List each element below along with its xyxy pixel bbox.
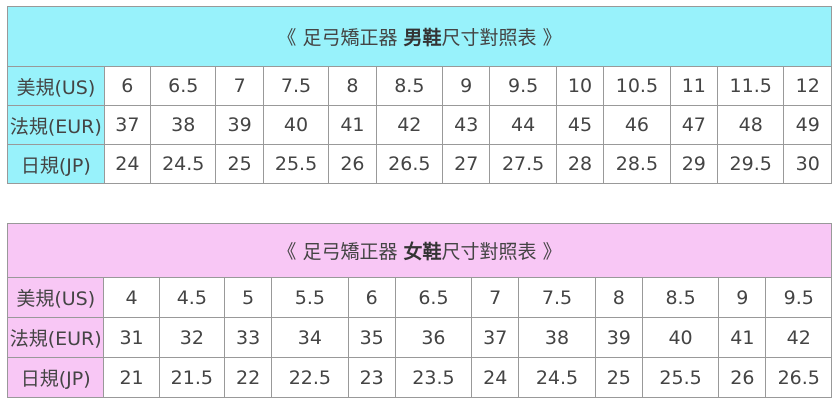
size-cell: 38 xyxy=(518,317,596,358)
size-cell: 42 xyxy=(765,317,832,358)
size-cell: 8 xyxy=(594,277,643,318)
size-cell: 43 xyxy=(442,105,491,145)
size-cell: 11 xyxy=(669,66,718,106)
size-cell: 12 xyxy=(783,66,832,106)
size-cell: 40 xyxy=(641,317,720,358)
size-cell: 28.5 xyxy=(603,144,671,184)
women-row-us: 美規(US) 4 4.5 5 5.5 6 6.5 7 7.5 8 8.5 9 9… xyxy=(6,277,832,318)
women-row-eur: 法規(EUR) 31 32 33 34 35 36 37 38 39 40 41… xyxy=(6,317,832,358)
size-cell: 8.5 xyxy=(641,277,720,318)
title-bold: 女鞋 xyxy=(403,241,442,263)
row-label: 美規(US) xyxy=(6,277,105,318)
size-cell: 24.5 xyxy=(150,144,217,184)
size-cell: 22 xyxy=(223,357,273,398)
size-cell: 25 xyxy=(594,357,643,398)
size-cell: 30 xyxy=(783,144,832,184)
size-cell: 41 xyxy=(328,105,377,145)
size-cell: 9 xyxy=(442,66,491,106)
men-row-jp: 日規(JP) 24 24.5 25 25.5 26 26.5 27 27.5 2… xyxy=(7,144,832,184)
title-prefix: 《 足弓矯正器 xyxy=(277,27,404,49)
size-cell: 41 xyxy=(718,317,767,358)
size-cell: 36 xyxy=(394,317,473,358)
women-size-chart: 《 足弓矯正器 女鞋尺寸對照表 》 美規(US) 4 4.5 5 5.5 6 6… xyxy=(6,223,832,398)
size-cell: 6 xyxy=(347,277,396,318)
size-cell: 9.5 xyxy=(765,277,832,318)
size-cell: 38 xyxy=(150,105,217,145)
size-cell: 40 xyxy=(262,105,330,145)
size-cell: 49 xyxy=(783,105,832,145)
size-cell: 25 xyxy=(215,144,264,184)
size-cell: 21 xyxy=(103,357,160,398)
size-cell: 7 xyxy=(215,66,264,106)
row-label: 日規(JP) xyxy=(7,144,105,184)
men-size-chart: 《 足弓矯正器 男鞋尺寸對照表 》 美規(US) 6 6.5 7 7.5 8 8… xyxy=(7,6,832,184)
size-cell: 8.5 xyxy=(375,66,444,106)
size-cell: 9 xyxy=(718,277,767,318)
size-cell: 26 xyxy=(328,144,377,184)
row-label: 法規(EUR) xyxy=(6,317,105,358)
size-cell: 39 xyxy=(215,105,264,145)
size-cell: 5.5 xyxy=(271,277,349,318)
size-cell: 42 xyxy=(375,105,444,145)
size-cell: 8 xyxy=(328,66,377,106)
size-cell: 26.5 xyxy=(375,144,444,184)
size-cell: 22.5 xyxy=(271,357,349,398)
size-cell: 28 xyxy=(555,144,605,184)
size-cell: 24 xyxy=(471,357,520,398)
size-cell: 44 xyxy=(489,105,557,145)
title-suffix: 尺寸對照表 》 xyxy=(441,27,562,49)
size-cell: 23.5 xyxy=(394,357,473,398)
size-cell: 5 xyxy=(223,277,273,318)
size-cell: 6 xyxy=(103,66,152,106)
size-cell: 26 xyxy=(718,357,767,398)
size-cell: 46 xyxy=(603,105,671,145)
size-cell: 45 xyxy=(555,105,605,145)
size-cell: 29.5 xyxy=(716,144,785,184)
size-cell: 27.5 xyxy=(489,144,557,184)
row-label: 日規(JP) xyxy=(6,357,105,398)
size-cell: 32 xyxy=(158,317,225,358)
size-cell: 37 xyxy=(471,317,520,358)
size-cell: 47 xyxy=(669,105,718,145)
size-cell: 10.5 xyxy=(603,66,671,106)
size-cell: 26.5 xyxy=(765,357,832,398)
size-cell: 33 xyxy=(223,317,273,358)
women-row-jp: 日規(JP) 21 21.5 22 22.5 23 23.5 24 24.5 2… xyxy=(6,357,832,398)
size-cell: 37 xyxy=(103,105,152,145)
size-cell: 7 xyxy=(471,277,520,318)
size-cell: 25.5 xyxy=(641,357,720,398)
size-cell: 25.5 xyxy=(262,144,330,184)
men-chart-title: 《 足弓矯正器 男鞋尺寸對照表 》 xyxy=(7,6,832,67)
title-prefix: 《 足弓矯正器 xyxy=(277,241,404,263)
size-cell: 7.5 xyxy=(262,66,330,106)
size-cell: 6.5 xyxy=(150,66,217,106)
row-label: 法規(EUR) xyxy=(7,105,105,145)
title-bold: 男鞋 xyxy=(403,27,442,49)
size-cell: 4.5 xyxy=(158,277,225,318)
size-cell: 4 xyxy=(103,277,160,318)
size-cell: 29 xyxy=(669,144,718,184)
title-suffix: 尺寸對照表 》 xyxy=(441,241,562,263)
size-cell: 7.5 xyxy=(518,277,596,318)
size-cell: 9.5 xyxy=(489,66,557,106)
size-cell: 23 xyxy=(347,357,396,398)
row-label: 美規(US) xyxy=(7,66,105,106)
size-cell: 39 xyxy=(594,317,643,358)
size-cell: 34 xyxy=(271,317,349,358)
size-cell: 27 xyxy=(442,144,491,184)
size-cell: 24 xyxy=(103,144,152,184)
size-cell: 11.5 xyxy=(716,66,785,106)
women-chart-title: 《 足弓矯正器 女鞋尺寸對照表 》 xyxy=(7,223,832,278)
size-cell: 48 xyxy=(716,105,785,145)
size-cell: 21.5 xyxy=(158,357,225,398)
men-row-eur: 法規(EUR) 37 38 39 40 41 42 43 44 45 46 47… xyxy=(7,105,832,145)
size-cell: 31 xyxy=(103,317,160,358)
size-cell: 6.5 xyxy=(394,277,473,318)
size-cell: 24.5 xyxy=(518,357,596,398)
men-row-us: 美規(US) 6 6.5 7 7.5 8 8.5 9 9.5 10 10.5 1… xyxy=(7,66,832,106)
size-cell: 35 xyxy=(347,317,396,358)
size-cell: 10 xyxy=(555,66,605,106)
